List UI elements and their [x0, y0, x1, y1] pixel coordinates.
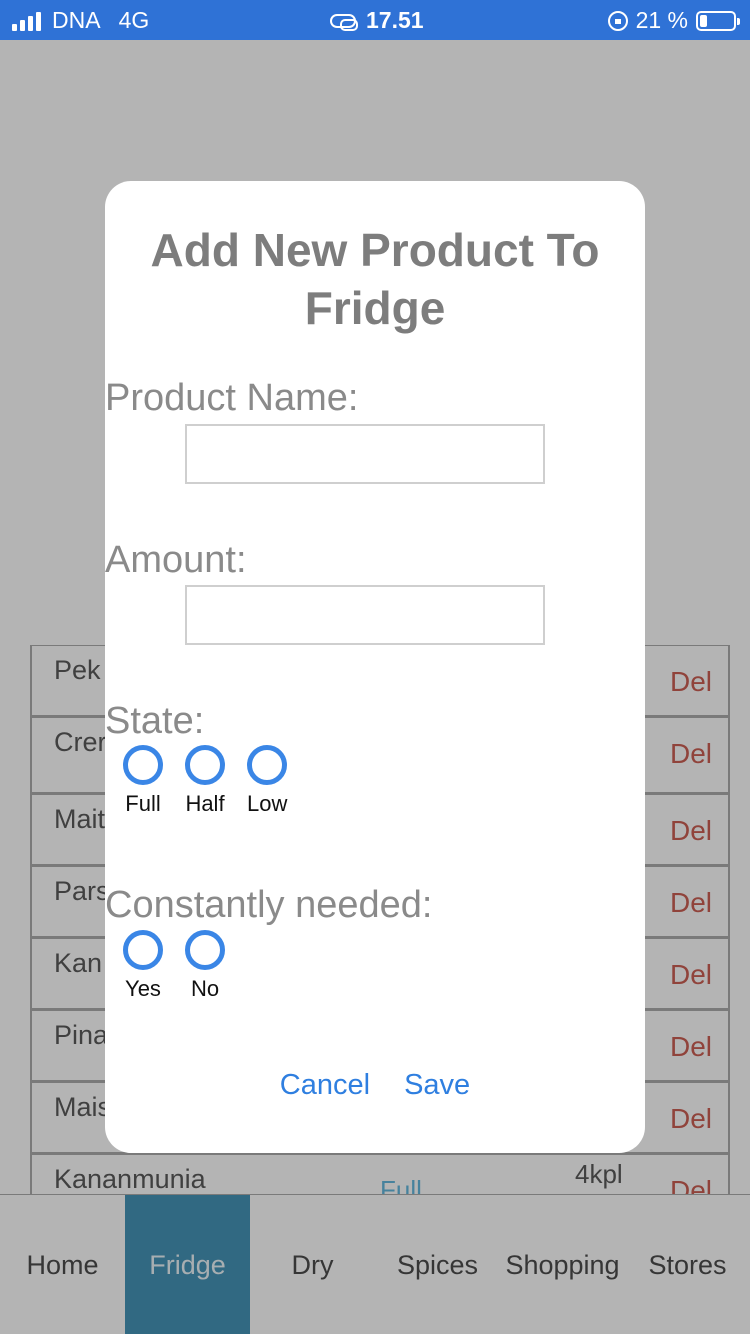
- state-option-low[interactable]: Low: [247, 745, 287, 817]
- needed-option-no[interactable]: No: [185, 930, 225, 1002]
- status-bar: DNA 4G 17.51 21 %: [0, 0, 750, 40]
- signal-icon: [12, 11, 44, 31]
- status-center: 17.51: [330, 7, 424, 34]
- state-option-full[interactable]: Full: [123, 745, 163, 817]
- carrier-name: DNA: [52, 7, 101, 33]
- battery-icon: [696, 10, 740, 31]
- amount-label: Amount:: [105, 539, 247, 581]
- modal-actions: Cancel Save: [105, 1069, 645, 1102]
- radio-circle-icon[interactable]: [185, 745, 225, 785]
- radio-label: Full: [125, 791, 161, 816]
- amount-input[interactable]: [185, 585, 545, 645]
- radio-label: Low: [247, 791, 288, 816]
- product-name-input[interactable]: [185, 424, 545, 484]
- link-icon: [330, 13, 358, 31]
- state-label: State:: [105, 700, 205, 742]
- radio-circle-icon[interactable]: [185, 930, 225, 970]
- status-left: DNA 4G: [12, 7, 149, 34]
- radio-label: Half: [185, 791, 225, 816]
- clock: 17.51: [366, 7, 424, 33]
- radio-label: Yes: [125, 976, 161, 1001]
- product-name-label: Product Name:: [105, 377, 359, 419]
- battery-fill: [700, 14, 707, 27]
- radio-circle-icon[interactable]: [123, 930, 163, 970]
- radio-circle-icon[interactable]: [123, 745, 163, 785]
- network-type: 4G: [118, 7, 150, 33]
- battery-percent: 21 %: [635, 7, 688, 33]
- save-button[interactable]: Save: [404, 1069, 470, 1102]
- cancel-button[interactable]: Cancel: [280, 1069, 370, 1102]
- status-right: 21 %: [607, 7, 740, 34]
- modal-title: Add New Product To Fridge: [150, 224, 600, 334]
- radio-label: No: [190, 976, 220, 1001]
- add-product-modal: Add New Product To Fridge Product Name: …: [105, 181, 645, 1153]
- needed-option-yes[interactable]: Yes: [123, 930, 163, 1002]
- state-option-half[interactable]: Half: [185, 745, 225, 817]
- constantly-needed-label: Constantly needed:: [105, 884, 433, 926]
- constantly-needed-radio-group: Yes No: [123, 930, 247, 1002]
- rotation-lock-icon: [607, 10, 628, 31]
- radio-circle-icon[interactable]: [247, 745, 288, 785]
- state-radio-group: Full Half Low: [123, 745, 309, 817]
